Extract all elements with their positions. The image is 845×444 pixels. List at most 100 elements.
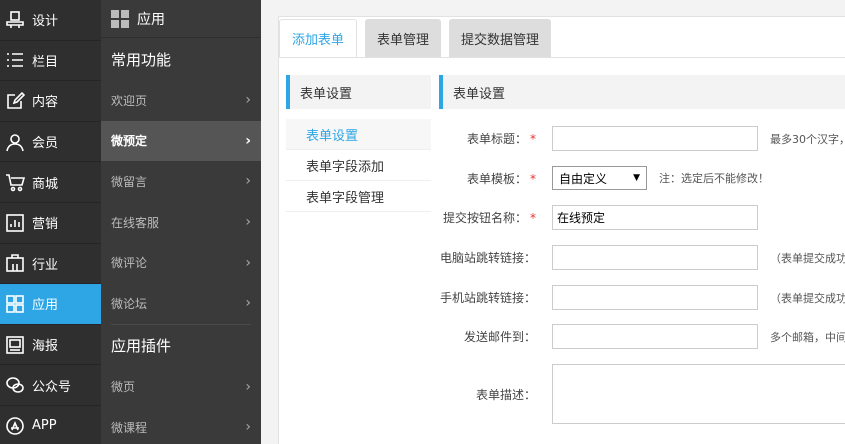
menu-label: 微课程 xyxy=(111,420,148,435)
nav-item-mall[interactable]: 商城 xyxy=(0,162,101,203)
grid-icon xyxy=(111,9,129,28)
menu-item-page[interactable]: 微页 › xyxy=(101,367,261,408)
label-text: 表单描述： xyxy=(475,388,536,402)
title-hint: 最多30个汉字， xyxy=(770,132,845,146)
nav-item-content[interactable]: 内容 xyxy=(0,81,101,122)
nav-label: 设计 xyxy=(32,14,59,30)
label-text: 表单标题： xyxy=(466,132,527,146)
description-textarea[interactable] xyxy=(552,364,845,424)
pc-link-input[interactable] xyxy=(552,245,758,270)
nav-label: 栏目 xyxy=(32,54,59,70)
input-value: 在线预定 xyxy=(557,211,606,225)
secondary-nav-title: 应用 xyxy=(137,11,165,28)
chevron-right-icon: › xyxy=(245,419,251,436)
chevron-right-icon: › xyxy=(245,378,251,395)
industry-icon xyxy=(4,252,26,274)
sub-item-manage-field[interactable]: 表单字段管理 xyxy=(286,181,431,212)
nav-item-app[interactable]: APP xyxy=(0,406,101,444)
row-pc-link: 电脑站跳转链接： （表单提交成功 xyxy=(439,245,845,270)
sub-item-settings[interactable]: 表单设置 xyxy=(286,119,431,150)
required-mark: * xyxy=(530,211,536,225)
menu-label: 在线客服 xyxy=(111,215,160,230)
nav-item-columns[interactable]: 栏目 xyxy=(0,41,101,82)
menu-label: 微页 xyxy=(111,380,136,395)
nav-item-poster[interactable]: 海报 xyxy=(0,325,101,366)
appstore-icon xyxy=(4,415,26,437)
menu-label: 微评论 xyxy=(111,256,148,271)
primary-nav: 设计 栏目 内容 会员 商城 营销 行业 应用 海报 公众号 APP xyxy=(0,0,101,444)
menu-item-welcome[interactable]: 欢迎页 › xyxy=(101,80,261,121)
menu-item-forum[interactable]: 微论坛 › xyxy=(101,283,261,324)
email-input[interactable] xyxy=(552,324,758,349)
menu-label: 微留言 xyxy=(111,174,148,189)
chevron-right-icon: › xyxy=(245,214,251,231)
wechat-icon xyxy=(4,374,26,396)
tab-submission-manage[interactable]: 提交数据管理 xyxy=(449,19,552,57)
edit-icon xyxy=(4,90,26,112)
submit-name-input[interactable]: 在线预定 xyxy=(552,205,758,230)
caret-down-icon: ▼ xyxy=(633,173,640,183)
label-text: 表单模板： xyxy=(466,171,527,186)
secondary-nav: 应用 常用功能 欢迎页 › 微预定 › 微留言 › 在线客服 › 微评论 › 微论坛 › 应… xyxy=(101,0,261,444)
required-mark: * xyxy=(530,171,536,186)
row-description: 表单描述： xyxy=(439,364,845,424)
menu-item-course[interactable]: 微课程 › xyxy=(101,407,261,444)
template-hint: 注：选定后不能修改！ xyxy=(659,172,769,185)
menu-item-comment[interactable]: 微评论 › xyxy=(101,242,261,283)
nav-item-member[interactable]: 会员 xyxy=(0,122,101,163)
tab-form-manage[interactable]: 表单管理 xyxy=(365,19,442,57)
chevron-right-icon: › xyxy=(245,173,251,190)
nav-item-industry[interactable]: 行业 xyxy=(0,244,101,285)
label-text: 手机站跳转链接： xyxy=(439,291,536,305)
nav-label: 海报 xyxy=(32,339,59,355)
nav-item-design[interactable]: 设计 xyxy=(0,0,101,41)
form-panel: 添加表单 表单管理 提交数据管理 表单设置 表单设置 表单字段添加 表单字段管理… xyxy=(278,16,845,444)
select-value: 自由定义 xyxy=(559,171,608,186)
sub-item-add-field[interactable]: 表单字段添加 xyxy=(286,150,431,181)
mobile-link-hint: （表单提交成功 xyxy=(770,291,845,305)
row-submit: 提交按钮名称： * 在线预定 xyxy=(439,205,845,230)
nav-label: 商城 xyxy=(32,176,59,192)
menu-label: 微预定 xyxy=(111,134,148,149)
required-mark: * xyxy=(530,132,536,146)
label-text: 提交按钮名称： xyxy=(442,211,527,225)
nav-label: 营销 xyxy=(32,217,59,233)
nav-item-apps[interactable]: 应用 xyxy=(0,284,101,325)
nav-item-marketing[interactable]: 营销 xyxy=(0,203,101,244)
pc-link-label: 电脑站跳转链接： xyxy=(439,249,552,266)
main-content: 添加表单 表单管理 提交数据管理 表单设置 表单设置 表单字段添加 表单字段管理… xyxy=(261,0,845,444)
nav-label: 行业 xyxy=(32,257,59,273)
email-hint: 多个邮箱，中间 xyxy=(770,330,845,344)
chevron-right-icon: › xyxy=(245,254,251,271)
tab-bar: 添加表单 表单管理 提交数据管理 xyxy=(279,17,559,57)
sub-menu: 表单设置 表单设置 表单字段添加 表单字段管理 xyxy=(286,75,431,212)
nav-label: 内容 xyxy=(32,95,59,111)
user-icon xyxy=(4,131,26,153)
nav-label: 应用 xyxy=(32,298,59,314)
chevron-right-icon: › xyxy=(245,132,251,149)
cart-icon xyxy=(4,171,26,193)
tab-add-form[interactable]: 添加表单 xyxy=(279,19,358,57)
template-select[interactable]: 自由定义 ▼ xyxy=(552,166,647,190)
nav-label: 公众号 xyxy=(32,379,72,395)
row-mobile-link: 手机站跳转链接： （表单提交成功 xyxy=(439,285,845,310)
email-label: 发送邮件到： xyxy=(439,328,552,345)
secondary-nav-header: 应用 xyxy=(101,0,261,38)
menu-item-booking[interactable]: 微预定 › xyxy=(101,120,261,162)
design-icon xyxy=(4,9,26,31)
title-input[interactable] xyxy=(552,126,758,151)
submit-label: 提交按钮名称： * xyxy=(439,209,552,226)
menu-item-message[interactable]: 微留言 › xyxy=(101,161,261,202)
mobile-link-input[interactable] xyxy=(552,285,758,310)
nav-item-wechat[interactable]: 公众号 xyxy=(0,365,101,406)
tab-divider xyxy=(279,57,845,58)
label-text: 发送邮件到： xyxy=(463,330,536,344)
menu-item-service[interactable]: 在线客服 › xyxy=(101,202,261,243)
sub-menu-header: 表单设置 xyxy=(286,75,431,109)
label-text: 电脑站跳转链接： xyxy=(439,251,536,265)
chart-icon xyxy=(4,212,26,234)
title-label: 表单标题： * xyxy=(439,130,552,147)
pc-link-hint: （表单提交成功 xyxy=(770,251,845,265)
mobile-link-label: 手机站跳转链接： xyxy=(439,289,552,306)
chevron-right-icon: › xyxy=(245,92,251,109)
